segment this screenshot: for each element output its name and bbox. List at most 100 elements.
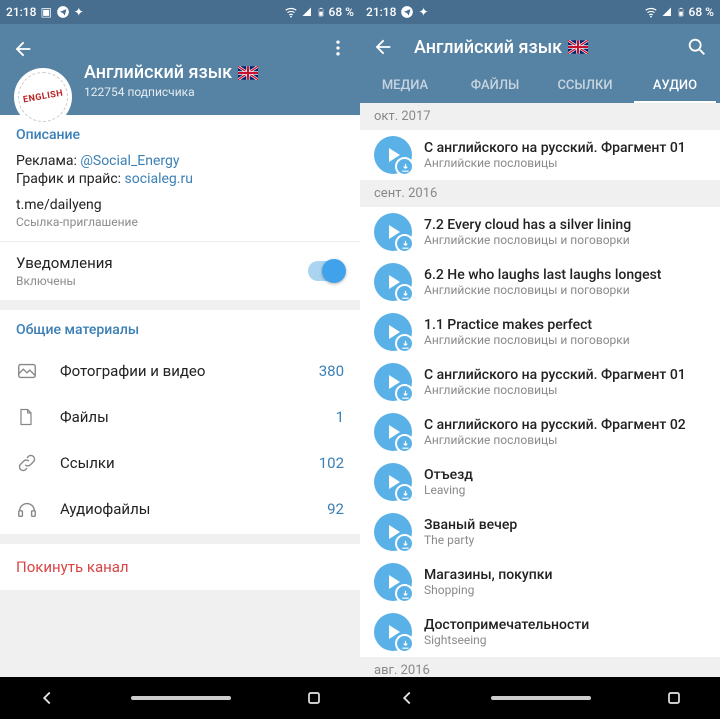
nav-recents-icon[interactable] <box>664 688 684 708</box>
search-icon[interactable] <box>686 36 708 58</box>
audio-item[interactable]: С английского на русский. Фрагмент 02Анг… <box>360 407 720 457</box>
tab-links[interactable]: ССЫЛКИ <box>540 66 630 103</box>
price-link[interactable]: socialeg.ru <box>125 171 193 187</box>
audio-title: 6.2 He who laughs last laughs longest <box>424 267 706 283</box>
nav-home-icon[interactable] <box>131 696 231 700</box>
channel-title: Английский язык <box>84 62 348 83</box>
audio-subtitle: Английские пословицы и поговорки <box>424 333 706 347</box>
status-battery: 68 % <box>689 5 714 19</box>
audio-row[interactable]: Аудиофайлы 92 <box>16 486 344 532</box>
channel-header: ENGLISH Английский язык 122754 подписчик… <box>0 24 360 115</box>
audio-item[interactable]: 7.2 Every cloud has a silver liningАнгли… <box>360 207 720 257</box>
play-button[interactable] <box>374 413 412 451</box>
notifications-label: Уведомления <box>16 254 113 272</box>
uk-flag-icon <box>568 40 588 54</box>
notifications-row[interactable]: Уведомления Включены <box>0 241 360 288</box>
audio-title: 7.2 Every cloud has a silver lining <box>424 217 706 233</box>
play-button[interactable] <box>374 363 412 401</box>
invite-link-sub: Ссылка-приглашение <box>16 215 344 229</box>
price-line: График и прайс: socialeg.ru <box>16 171 344 187</box>
headphones-icon <box>16 498 38 520</box>
media-header: Английский язык МЕДИА ФАЙЛЫ ССЫЛКИ АУДИО <box>360 24 720 103</box>
links-row[interactable]: Ссылки 102 <box>16 440 344 486</box>
play-button[interactable] <box>374 136 412 174</box>
links-count: 102 <box>319 454 344 472</box>
audio-item[interactable]: Званый вечерThe party <box>360 507 720 557</box>
tab-files[interactable]: ФАЙЛЫ <box>450 66 540 103</box>
audio-title: 1.1 Practice makes perfect <box>424 317 706 333</box>
date-header: сент. 2016 <box>360 180 720 207</box>
audio-title: С английского на русский. Фрагмент 01 <box>424 367 706 383</box>
audio-title: С английского на русский. Фрагмент 02 <box>424 417 706 433</box>
subscriber-count: 122754 подписчика <box>84 85 348 99</box>
shared-media-section: Общие материалы Фотографии и видео 380 Ф… <box>0 310 360 534</box>
nav-back-icon[interactable] <box>396 687 418 709</box>
status-bar: 21:18 ▣ ✦ 68 % <box>0 0 360 24</box>
audio-subtitle: Английские пословицы и поговорки <box>424 233 706 247</box>
download-icon <box>400 539 411 550</box>
play-button[interactable] <box>374 213 412 251</box>
notifications-toggle[interactable] <box>308 261 344 281</box>
channel-info-screen: 21:18 ▣ ✦ 68 % ENGLISH Английский язык <box>0 0 360 719</box>
ad-handle-link[interactable]: @Social_Energy <box>80 153 179 169</box>
audio-subtitle: Английские пословицы <box>424 383 706 397</box>
download-icon <box>400 289 411 300</box>
photo-icon <box>16 360 38 382</box>
download-icon <box>400 489 411 500</box>
audio-item[interactable]: Магазины, покупкиShopping <box>360 557 720 607</box>
audio-title: Отъезд <box>424 467 706 483</box>
date-header: авг. 2016 <box>360 657 720 677</box>
download-icon <box>400 439 411 450</box>
download-icon <box>400 162 411 173</box>
audio-item[interactable]: С английского на русский. Фрагмент 01Анг… <box>360 130 720 180</box>
channel-avatar[interactable]: ENGLISH <box>14 68 72 126</box>
back-icon[interactable] <box>372 36 394 58</box>
wifi-icon <box>644 5 658 19</box>
tab-media[interactable]: МЕДИА <box>360 66 450 103</box>
audio-title: С английского на русский. Фрагмент 01 <box>424 140 706 156</box>
link-icon <box>16 452 38 474</box>
play-button[interactable] <box>374 613 412 651</box>
notifications-status: Включены <box>16 274 113 288</box>
download-icon <box>400 239 411 250</box>
files-row[interactable]: Файлы 1 <box>16 394 344 440</box>
download-icon <box>400 339 411 350</box>
play-button[interactable] <box>374 563 412 601</box>
play-button[interactable] <box>374 313 412 351</box>
audio-item[interactable]: ДостопримечательностиSightseeing <box>360 607 720 657</box>
audio-subtitle: Английские пословицы и поговорки <box>424 283 706 297</box>
nav-back-icon[interactable] <box>36 687 58 709</box>
audio-item[interactable]: 1.1 Practice makes perfectАнглийские пос… <box>360 307 720 357</box>
nav-home-icon[interactable] <box>491 696 591 700</box>
audio-list-screen: 21:18 ✦ 68 % Английский язык М <box>360 0 720 719</box>
file-icon <box>16 406 38 428</box>
leave-channel-button[interactable]: Покинуть канал <box>0 544 360 590</box>
signal-icon <box>301 6 313 18</box>
audio-count: 92 <box>327 500 344 518</box>
photos-row[interactable]: Фотографии и видео 380 <box>16 348 344 394</box>
status-battery: 68 % <box>329 5 354 19</box>
audio-item[interactable]: ОтъездLeaving <box>360 457 720 507</box>
media-tabs: МЕДИА ФАЙЛЫ ССЫЛКИ АУДИО <box>360 66 720 103</box>
status-time: 21:18 <box>366 5 396 19</box>
audio-item[interactable]: С английского на русский. Фрагмент 01Анг… <box>360 357 720 407</box>
play-button[interactable] <box>374 513 412 551</box>
audio-list[interactable]: окт. 2017С английского на русский. Фрагм… <box>360 103 720 677</box>
invite-link[interactable]: t.me/dailyeng <box>16 197 344 213</box>
battery-icon <box>676 5 686 19</box>
tab-audio[interactable]: АУДИО <box>630 66 720 103</box>
description-section: Описание Реклама: @Social_Energy График … <box>0 115 360 300</box>
play-button[interactable] <box>374 263 412 301</box>
nav-recents-icon[interactable] <box>304 688 324 708</box>
date-header: окт. 2017 <box>360 103 720 130</box>
audio-item[interactable]: 6.2 He who laughs last laughs longestАнг… <box>360 257 720 307</box>
back-icon[interactable] <box>12 38 34 60</box>
audio-title: Магазины, покупки <box>424 567 706 583</box>
more-icon[interactable] <box>328 38 348 58</box>
audio-subtitle: Sightseeing <box>424 633 706 647</box>
download-icon <box>400 589 411 600</box>
app-icon: ✦ <box>418 5 428 19</box>
uk-flag-icon <box>238 66 258 80</box>
audio-title: Званый вечер <box>424 517 706 533</box>
play-button[interactable] <box>374 463 412 501</box>
